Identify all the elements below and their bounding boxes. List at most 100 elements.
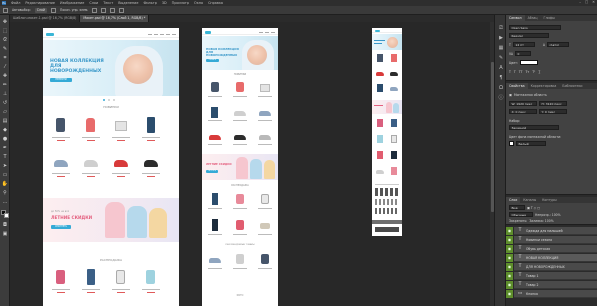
minimize-icon[interactable]: –: [579, 0, 581, 4]
x-field[interactable]: X: 0 пикс: [509, 109, 537, 114]
product-card[interactable]: [389, 166, 399, 178]
layer-row[interactable]: ◉ T ДЛЯ НОВОРОЖДЕННЫХ: [506, 262, 597, 271]
visibility-eye-icon[interactable]: ◉: [506, 262, 514, 271]
layer-name[interactable]: Товар 1: [526, 274, 538, 278]
opacity-field[interactable]: Непрозр.: 100%: [535, 213, 561, 217]
align-right-icon[interactable]: [110, 7, 116, 13]
quick-select-tool-icon[interactable]: ✎: [2, 46, 8, 52]
product-card[interactable]: [233, 218, 247, 238]
product-card[interactable]: [112, 268, 130, 294]
menu-item-edit[interactable]: Редактирование: [25, 1, 55, 5]
visibility-eye-icon[interactable]: ◉: [506, 244, 514, 253]
leading-field[interactable]: (Авто): [547, 42, 570, 47]
product-card[interactable]: [233, 192, 247, 212]
text-color-swatch[interactable]: [519, 60, 538, 65]
layer-row-selected[interactable]: ◉ T НОВАЯ КОЛЛЕКЦИЯ: [506, 253, 597, 262]
lasso-tool-icon[interactable]: ᘓ: [2, 37, 8, 43]
y-field[interactable]: Y: 0 пикс: [539, 109, 567, 114]
tab-adjustments[interactable]: Корректировка: [528, 83, 560, 89]
product-card[interactable]: [142, 154, 160, 178]
height-field[interactable]: H: 3120 пикс: [539, 101, 567, 106]
product-card[interactable]: [82, 154, 100, 178]
move-tool-icon[interactable]: ✥: [2, 19, 8, 25]
underline-icon[interactable]: T̲: [538, 70, 540, 74]
close-icon[interactable]: ✕: [592, 0, 595, 4]
align-center-icon[interactable]: [101, 7, 107, 13]
superscript-icon[interactable]: T¹: [532, 70, 535, 74]
layer-name[interactable]: Товар 2: [526, 283, 538, 287]
product-card[interactable]: [258, 80, 272, 100]
product-card[interactable]: [389, 134, 399, 146]
tab-glyphs[interactable]: Глифы: [541, 15, 558, 21]
eyedropper-tool-icon[interactable]: ⁄: [2, 64, 8, 70]
layer-row[interactable]: ◉ ▭ Кнопка: [506, 289, 597, 298]
product-card[interactable]: [389, 83, 399, 95]
product-card[interactable]: [208, 130, 222, 148]
dodge-tool-icon[interactable]: ●: [2, 136, 8, 142]
type-tool-icon[interactable]: T: [2, 154, 8, 160]
canvas-area[interactable]: НОВАЯ КОЛЛЕКЦИЯ ДЛЯ НОВОРОЖДЕННЫХ ПЕРЕЙТ…: [10, 22, 494, 306]
layer-name[interactable]: Кнопка: [526, 292, 538, 296]
screen-mode-icon[interactable]: ▣: [2, 231, 8, 237]
product-card[interactable]: [375, 83, 385, 95]
clone-stamp-tool-icon[interactable]: ⊥: [2, 91, 8, 97]
product-card[interactable]: [82, 116, 100, 142]
tab-channels[interactable]: Каналы: [520, 197, 539, 203]
visibility-eye-icon[interactable]: ◉: [506, 280, 514, 289]
menu-item-file[interactable]: Файл: [11, 1, 20, 5]
brush-settings-icon[interactable]: ✎: [497, 55, 505, 61]
product-card[interactable]: [208, 106, 222, 124]
blur-tool-icon[interactable]: ◆: [2, 127, 8, 133]
actions-icon[interactable]: ▶: [497, 35, 505, 41]
layer-row[interactable]: ◉ T Новинки сезона: [506, 235, 597, 244]
product-card[interactable]: [375, 150, 385, 162]
product-card[interactable]: [142, 268, 160, 294]
layer-row[interactable]: ◉ T Товар 1: [506, 271, 597, 280]
font-style-select[interactable]: Regular: [509, 33, 549, 38]
product-card[interactable]: [82, 268, 100, 294]
product-card[interactable]: [233, 252, 247, 272]
product-card[interactable]: [208, 192, 222, 212]
fill-field[interactable]: Заливка: 100%: [529, 219, 553, 223]
tab-paragraph[interactable]: Абзац: [525, 15, 541, 21]
product-card[interactable]: [52, 116, 70, 142]
crop-tool-icon[interactable]: ⌗: [2, 55, 8, 61]
brush-tool-icon[interactable]: ✏: [2, 82, 8, 88]
faux-italic-icon[interactable]: T: [514, 70, 516, 74]
menu-item-layers[interactable]: Слои: [89, 1, 98, 5]
small-caps-icon[interactable]: Tт: [526, 70, 530, 74]
glyphs-icon[interactable]: Ω: [497, 85, 505, 91]
width-field[interactable]: W: 1920 пикс: [509, 101, 537, 106]
tab-properties[interactable]: Свойства: [506, 83, 528, 89]
more-tools-icon[interactable]: …: [2, 199, 8, 205]
product-card[interactable]: [258, 106, 272, 124]
product-card[interactable]: [112, 116, 130, 142]
visibility-eye-icon[interactable]: ◉: [506, 253, 514, 262]
product-card[interactable]: [389, 150, 399, 162]
product-card[interactable]: [142, 116, 160, 142]
info-icon[interactable]: ⓘ: [497, 95, 505, 101]
product-card[interactable]: [375, 118, 385, 130]
tracking-field[interactable]: 0: [515, 51, 532, 56]
maximize-icon[interactable]: □: [585, 0, 588, 4]
product-card[interactable]: [375, 166, 385, 178]
healing-brush-tool-icon[interactable]: ✚: [2, 73, 8, 79]
doc-tab-1[interactable]: Шаблон-макет-1.psd @ 16,7% (RGB/8): [10, 15, 81, 22]
menu-item-type[interactable]: Текст: [103, 1, 113, 5]
visibility-eye-icon[interactable]: ◉: [506, 271, 514, 280]
layer-name[interactable]: НОВАЯ КОЛЛЕКЦИЯ: [526, 256, 558, 260]
artboard-bg-swatch[interactable]: [509, 141, 514, 146]
filter-icons[interactable]: ▣ T ◇ ▢: [527, 206, 540, 210]
product-card[interactable]: [233, 106, 247, 124]
product-card[interactable]: [389, 68, 399, 80]
product-card[interactable]: [258, 252, 272, 272]
faux-bold-icon[interactable]: T: [509, 70, 511, 74]
all-caps-icon[interactable]: TT: [519, 70, 523, 74]
font-size-field[interactable]: 14 пт: [512, 42, 535, 47]
move-tool-preset-icon[interactable]: [3, 7, 8, 13]
layer-name[interactable]: Новинки сезона: [526, 238, 552, 242]
menu-item-filter[interactable]: Фильтр: [143, 1, 156, 5]
layer-name[interactable]: ДЛЯ НОВОРОЖДЕННЫХ: [526, 265, 565, 269]
artboard-desktop[interactable]: НОВАЯ КОЛЛЕКЦИЯ ДЛЯ НОВОРОЖДЕННЫХ ПЕРЕЙТ…: [43, 28, 179, 306]
layer-row[interactable]: ◉ T Товар 2: [506, 280, 597, 289]
